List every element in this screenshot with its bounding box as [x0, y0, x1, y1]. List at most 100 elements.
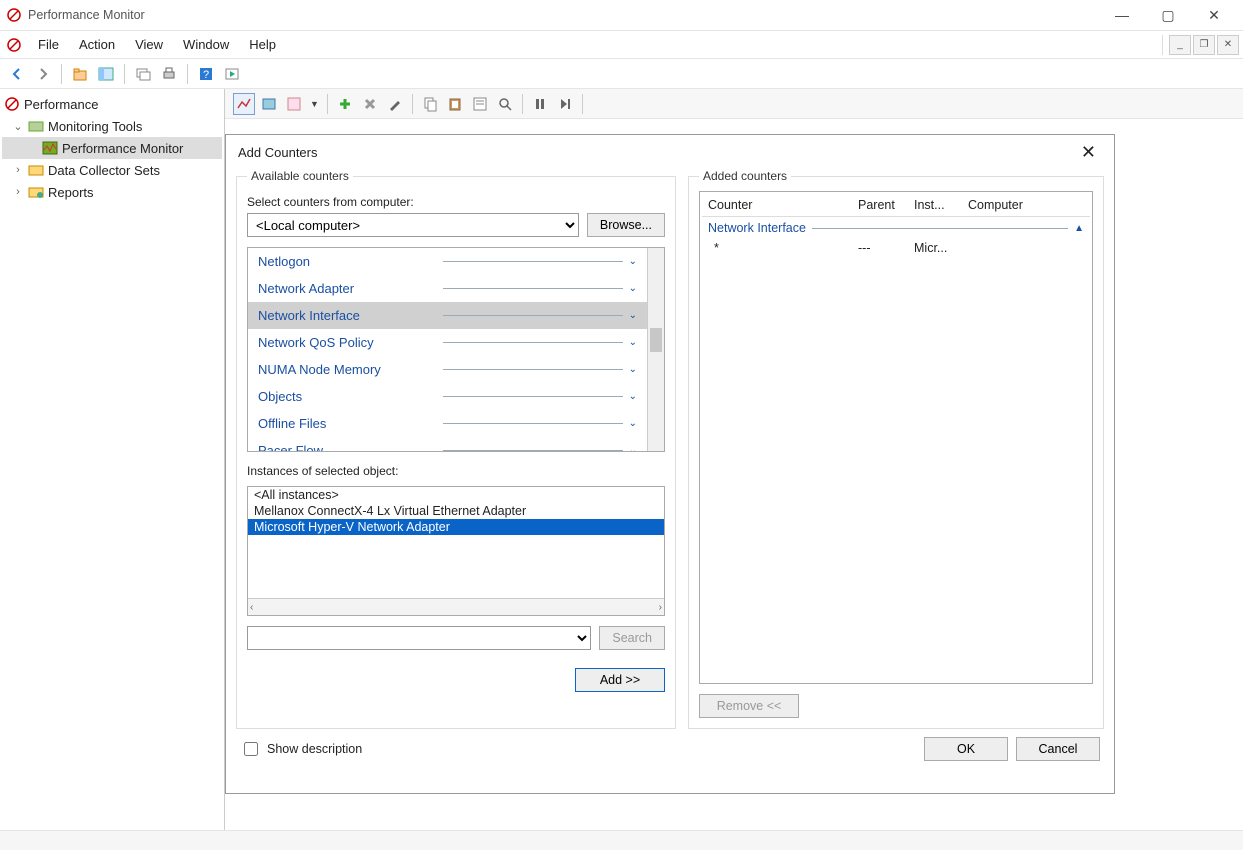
chevron-down-icon[interactable]: ⌄: [629, 391, 637, 402]
expander-icon[interactable]: ›: [12, 186, 24, 198]
highlight-button[interactable]: [384, 93, 406, 115]
show-description-input[interactable]: [244, 742, 258, 756]
dropdown-arrow-icon[interactable]: ▼: [308, 99, 321, 109]
computer-combo[interactable]: <Local computer>: [247, 213, 579, 237]
svg-text:?: ?: [203, 69, 209, 81]
chevron-up-icon[interactable]: ▲: [1074, 223, 1084, 234]
show-description-checkbox[interactable]: Show description: [240, 739, 362, 759]
cancel-button[interactable]: Cancel: [1016, 737, 1100, 761]
instances-label: Instances of selected object:: [247, 464, 665, 478]
remove-button[interactable]: Remove <<: [699, 694, 799, 718]
instance-row[interactable]: <All instances>: [248, 487, 664, 503]
table-row[interactable]: * --- Micr...: [702, 239, 1090, 257]
performance-icon: [4, 96, 20, 112]
counter-category-row[interactable]: Objects⌄: [248, 383, 647, 410]
tree-data-collector-sets[interactable]: › Data Collector Sets: [2, 159, 222, 181]
col-computer[interactable]: Computer: [962, 194, 1090, 216]
properties-button[interactable]: [469, 93, 491, 115]
add-counters-dialog: Add Counters ✕ Available counters Select…: [225, 134, 1115, 794]
chevron-down-icon[interactable]: ⌄: [629, 310, 637, 321]
mdi-close[interactable]: ✕: [1217, 35, 1239, 55]
freeze-button[interactable]: [529, 93, 551, 115]
menu-window[interactable]: Window: [173, 34, 239, 55]
col-parent[interactable]: Parent: [852, 194, 908, 216]
view-histogram-button[interactable]: [258, 93, 280, 115]
menu-file[interactable]: File: [28, 34, 69, 55]
print-button[interactable]: [158, 63, 180, 85]
table-header: Counter Parent Inst... Computer: [702, 194, 1090, 217]
status-bar: [0, 830, 1243, 850]
maximize-button[interactable]: ▢: [1145, 0, 1191, 30]
navigation-tree: Performance ⌄ Monitoring Tools Performan…: [0, 89, 225, 830]
instance-row[interactable]: Mellanox ConnectX-4 Lx Virtual Ethernet …: [248, 503, 664, 519]
new-window-button[interactable]: [132, 63, 154, 85]
browse-button[interactable]: Browse...: [587, 213, 665, 237]
tree-reports[interactable]: › Reports: [2, 181, 222, 203]
zoom-button[interactable]: [494, 93, 516, 115]
chevron-down-icon[interactable]: ⌄: [629, 418, 637, 429]
col-counter[interactable]: Counter: [702, 194, 852, 216]
delete-counter-button[interactable]: [359, 93, 381, 115]
counter-category-list[interactable]: Netlogon⌄Network Adapter⌄Network Interfa…: [247, 247, 665, 452]
search-button[interactable]: Search: [599, 626, 665, 650]
ok-button[interactable]: OK: [924, 737, 1008, 761]
instance-row[interactable]: Microsoft Hyper-V Network Adapter: [248, 519, 664, 535]
forward-button[interactable]: [32, 63, 54, 85]
expander-icon[interactable]: ›: [12, 164, 24, 176]
dialog-title: Add Counters: [238, 145, 318, 160]
counter-category-row[interactable]: NUMA Node Memory⌄: [248, 356, 647, 383]
paste-button[interactable]: [444, 93, 466, 115]
add-button[interactable]: Add >>: [575, 668, 665, 692]
window-title: Performance Monitor: [28, 8, 1099, 22]
tree-root-performance[interactable]: Performance: [2, 93, 222, 115]
view-report-button[interactable]: [283, 93, 305, 115]
horizontal-scrollbar[interactable]: ‹›: [248, 598, 664, 615]
menubar: File Action View Window Help _ ❐ ✕: [0, 31, 1243, 59]
col-instance[interactable]: Inst...: [908, 194, 962, 216]
help-button[interactable]: ?: [195, 63, 217, 85]
tree-monitoring-tools[interactable]: ⌄ Monitoring Tools: [2, 115, 222, 137]
tree-label: Performance: [24, 97, 98, 112]
chevron-down-icon[interactable]: ⌄: [629, 283, 637, 294]
added-counters-table[interactable]: Counter Parent Inst... Computer Network …: [699, 191, 1093, 684]
tree-performance-monitor[interactable]: Performance Monitor: [2, 137, 222, 159]
chevron-down-icon[interactable]: ⌄: [629, 445, 637, 451]
dialog-footer: Show description OK Cancel: [226, 729, 1114, 769]
dialog-titlebar: Add Counters ✕: [226, 135, 1114, 169]
added-group-row[interactable]: Network Interface ▲: [702, 217, 1090, 239]
counter-category-row[interactable]: Offline Files⌄: [248, 410, 647, 437]
chevron-down-icon[interactable]: ⌄: [629, 256, 637, 267]
counter-category-row[interactable]: Netlogon⌄: [248, 248, 647, 275]
perfmon-icon: [42, 140, 58, 156]
available-counters-panel: Available counters Select counters from …: [236, 169, 676, 729]
counter-category-row[interactable]: Pacer Flow⌄: [248, 437, 647, 451]
counter-category-row[interactable]: Network Interface⌄: [248, 302, 647, 329]
copy-button[interactable]: [419, 93, 441, 115]
added-legend: Added counters: [699, 169, 791, 183]
counter-category-row[interactable]: Network Adapter⌄: [248, 275, 647, 302]
add-counter-button[interactable]: [334, 93, 356, 115]
content-pane: ▼ Add Counters ✕ Available c: [225, 89, 1243, 830]
expander-icon[interactable]: ⌄: [12, 120, 24, 133]
chevron-down-icon[interactable]: ⌄: [629, 364, 637, 375]
mdi-restore[interactable]: ❐: [1193, 35, 1215, 55]
launch-button[interactable]: [221, 63, 243, 85]
close-button[interactable]: ✕: [1191, 0, 1237, 30]
search-combo[interactable]: [247, 626, 591, 650]
mmc-toolbar: ?: [0, 59, 1243, 89]
up-button[interactable]: [69, 63, 91, 85]
menu-help[interactable]: Help: [239, 34, 286, 55]
menu-action[interactable]: Action: [69, 34, 125, 55]
update-button[interactable]: [554, 93, 576, 115]
back-button[interactable]: [6, 63, 28, 85]
dialog-close-button[interactable]: ✕: [1075, 140, 1102, 165]
mdi-minimize[interactable]: _: [1169, 35, 1191, 55]
chevron-down-icon[interactable]: ⌄: [629, 337, 637, 348]
minimize-button[interactable]: —: [1099, 0, 1145, 30]
view-graph-button[interactable]: [233, 93, 255, 115]
counter-category-row[interactable]: Network QoS Policy⌄: [248, 329, 647, 356]
instance-list[interactable]: <All instances>Mellanox ConnectX-4 Lx Vi…: [247, 486, 665, 616]
menu-view[interactable]: View: [125, 34, 173, 55]
show-hide-tree-button[interactable]: [95, 63, 117, 85]
vertical-scrollbar[interactable]: [647, 248, 664, 451]
